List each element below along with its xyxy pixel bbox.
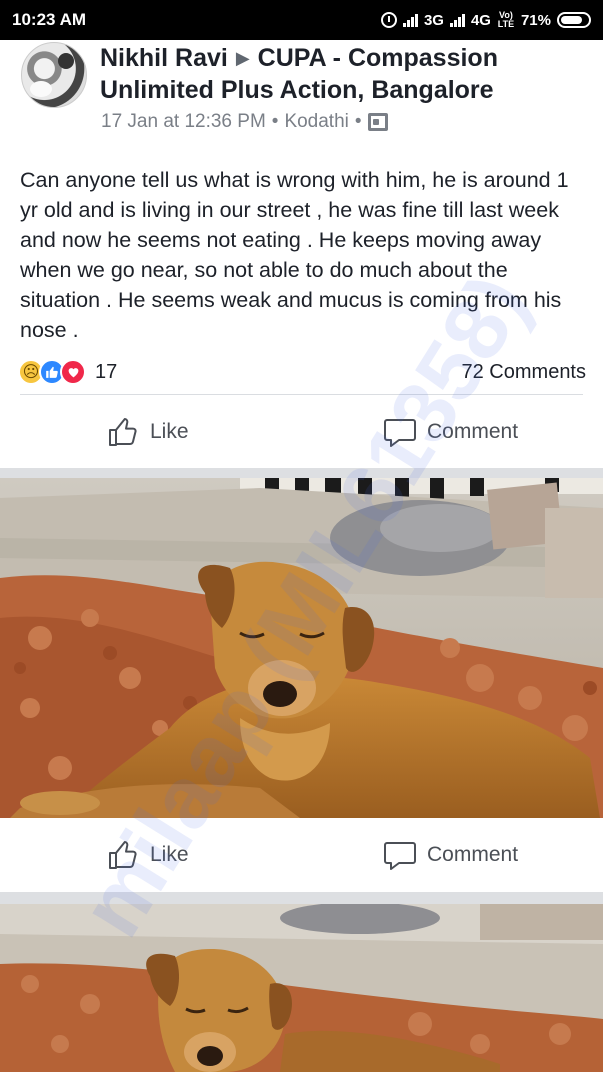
status-icons: 3G 4G Vo) LTE 71% [380,10,591,29]
network-type-2: 4G [470,11,491,29]
post-meta: 17 Jan at 12:36 PM • Kodathi • [101,111,388,133]
comments-count[interactable]: 72 Comments [462,361,587,384]
feed-separator [0,468,603,478]
love-reaction-icon [60,359,86,385]
meta-separator: • [354,111,362,132]
post-header: Nikhil Ravi ▶ CUPA - Compassion Unlimited … [0,40,603,145]
volte-icon: Vo) LTE [497,10,515,29]
photo-like-button[interactable]: Like [108,839,189,871]
post-photo-2[interactable] [0,904,603,1072]
reactions-row[interactable]: ☹ 17 72 Comments [18,356,586,388]
post-text: Can anyone tell us what is wrong with hi… [20,168,569,342]
like-button[interactable]: Like [108,416,189,448]
photo-action-bar: Like Comment [0,825,603,885]
status-bar: 10:23 AM 3G 4G Vo) LTE 71% [0,0,603,40]
status-time: 10:23 AM [12,10,87,29]
comment-icon [384,419,416,447]
post-date[interactable]: 17 Jan at 12:36 PM [101,111,266,133]
like-label: Like [150,420,189,443]
dog-photo-image [0,904,603,1072]
comment-label: Comment [427,420,519,443]
reaction-count: 17 [95,360,118,383]
battery-icon [557,12,591,28]
thumbs-up-icon [109,841,137,869]
network-type-1: 3G [423,11,444,29]
alarm-icon [380,12,397,28]
photo-comment-button[interactable]: Comment [383,839,518,871]
signal-icon-2 [449,13,465,27]
author-avatar[interactable] [21,42,87,108]
post-author-line: Nikhil Ravi ▶ CUPA - Compassion Unlimited … [100,42,595,106]
comment-label: Comment [427,843,519,866]
dog-photo-image [0,478,603,818]
post-action-bar: Like Comment [0,402,603,462]
comment-icon [384,842,416,870]
divider [20,394,583,395]
feed-separator [0,892,603,904]
post-photo-1[interactable] [0,478,603,818]
battery-percent: 71% [520,11,551,29]
arrow-right-icon: ▶ [235,48,250,68]
signal-icon [402,13,418,27]
thumbs-up-icon [109,418,137,446]
author-name[interactable]: Nikhil Ravi [100,44,228,72]
comment-button[interactable]: Comment [383,416,518,448]
like-label: Like [150,843,189,866]
photo-icon [367,113,388,131]
meta-separator: • [271,111,279,132]
post-location[interactable]: Kodathi [284,111,348,133]
